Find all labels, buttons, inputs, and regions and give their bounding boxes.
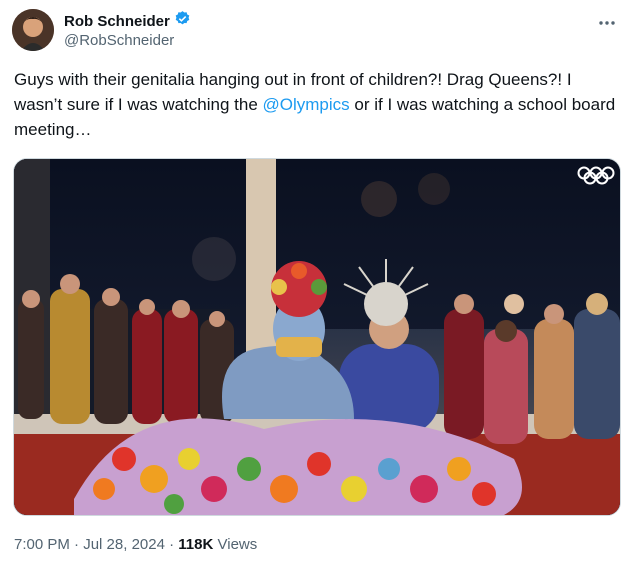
separator: · — [169, 536, 175, 553]
display-name[interactable]: Rob Schneider — [64, 13, 170, 30]
views-label: Views — [217, 536, 258, 553]
media-image[interactable] — [13, 158, 621, 516]
avatar[interactable] — [12, 9, 54, 51]
more-icon[interactable] — [598, 10, 616, 31]
handle[interactable]: @RobSchneider — [64, 32, 174, 49]
views-count: 118K — [178, 536, 214, 553]
timestamp-date[interactable]: Jul 28, 2024 — [83, 536, 165, 553]
mention-link[interactable]: @Olympics — [263, 95, 350, 114]
separator: · — [74, 536, 80, 553]
timestamp-time[interactable]: 7:00 PM — [14, 536, 70, 553]
tweet-meta: 7:00 PM · Jul 28, 2024 · 118K Views — [14, 536, 257, 553]
tweet-text: Guys with their genitalia hanging out in… — [14, 67, 620, 142]
verified-badge-icon — [174, 10, 191, 32]
